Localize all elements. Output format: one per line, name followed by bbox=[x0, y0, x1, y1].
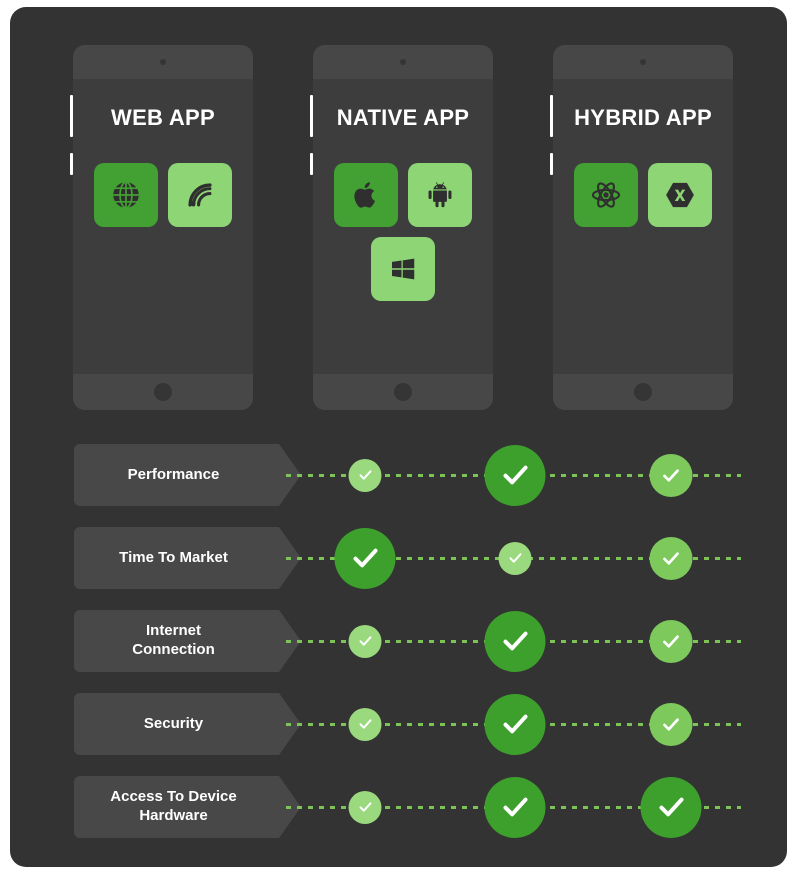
row-label-security: Security bbox=[74, 693, 279, 755]
windows-icon bbox=[388, 254, 418, 284]
platform-icon-tiles-hybrid-app bbox=[553, 163, 733, 227]
row-label-line-2: Hardware bbox=[139, 807, 208, 824]
phone-top-bezel bbox=[553, 45, 733, 79]
tile-apple[interactable] bbox=[334, 163, 398, 227]
check-icon bbox=[655, 791, 687, 823]
check-icon bbox=[499, 708, 531, 740]
phone-title-hybrid-app: HYBRID APP bbox=[574, 105, 712, 130]
tile-react-atom[interactable] bbox=[574, 163, 638, 227]
platform-phones-section: WEB APP NATIVE APP HYBRID APP bbox=[10, 7, 787, 410]
row-label-text: Time To Market bbox=[119, 548, 228, 566]
check-icon bbox=[661, 631, 682, 652]
check-icon bbox=[661, 714, 682, 735]
check-icon bbox=[499, 625, 531, 657]
phone-top-bezel bbox=[313, 45, 493, 79]
row-label-text: Performance bbox=[127, 465, 220, 483]
check-icon bbox=[357, 799, 373, 815]
check-icon bbox=[349, 542, 381, 574]
row-label-time-to-market: Time To Market bbox=[74, 527, 279, 589]
platform-icon-tiles-web-app bbox=[73, 163, 253, 227]
rating-hybrid-app bbox=[649, 619, 693, 663]
android-icon bbox=[424, 179, 456, 211]
home-button-icon bbox=[634, 383, 652, 401]
table-row: Internet Connection bbox=[10, 610, 787, 672]
rating-web-app bbox=[334, 527, 396, 589]
home-button-icon bbox=[394, 383, 412, 401]
phone-card-web-app: WEB APP bbox=[70, 45, 253, 410]
check-icon bbox=[499, 791, 531, 823]
check-icon bbox=[507, 550, 523, 566]
check-icon bbox=[357, 467, 373, 483]
row-label-text: Security bbox=[143, 714, 204, 732]
row-label-line-1: Access To Device bbox=[110, 788, 237, 806]
rating-native-app bbox=[484, 444, 546, 506]
phone-title-web-app: WEB APP bbox=[111, 105, 215, 130]
camera-dot-icon bbox=[160, 59, 166, 65]
xamarin-icon bbox=[663, 178, 697, 212]
rating-web-app bbox=[348, 790, 382, 824]
table-row: Access To Device Hardware bbox=[10, 776, 787, 838]
phone-card-hybrid-app: HYBRID APP bbox=[550, 45, 733, 410]
phone-title-native-app: NATIVE APP bbox=[336, 105, 470, 130]
rating-hybrid-app bbox=[640, 776, 702, 838]
phone-bottom-bezel bbox=[553, 374, 733, 410]
row-label-text: Access To Device Hardware bbox=[110, 788, 236, 826]
phone-card-native-app: NATIVE APP bbox=[310, 45, 493, 410]
rating-hybrid-app bbox=[649, 453, 693, 497]
wifi-signal-icon bbox=[183, 178, 217, 212]
tile-wifi-signal[interactable] bbox=[168, 163, 232, 227]
apple-icon bbox=[350, 179, 382, 211]
phone-bottom-bezel bbox=[73, 374, 253, 410]
rating-native-app bbox=[498, 541, 532, 575]
tile-globe[interactable] bbox=[94, 163, 158, 227]
infographic-canvas: WEB APP NATIVE APP HYBRID APP Performanc… bbox=[10, 7, 787, 867]
rating-web-app bbox=[348, 707, 382, 741]
rating-web-app bbox=[348, 458, 382, 492]
row-label-line-2: Connection bbox=[132, 641, 215, 658]
phone-bottom-bezel bbox=[313, 374, 493, 410]
tile-android[interactable] bbox=[408, 163, 472, 227]
row-label-performance: Performance bbox=[74, 444, 279, 506]
row-label-line-1: Internet bbox=[145, 622, 201, 640]
rating-native-app bbox=[484, 776, 546, 838]
rating-hybrid-app bbox=[649, 702, 693, 746]
check-icon bbox=[661, 548, 682, 569]
table-row: Security bbox=[10, 693, 787, 755]
tile-xamarin[interactable] bbox=[648, 163, 712, 227]
rating-web-app bbox=[348, 624, 382, 658]
tile-windows[interactable] bbox=[371, 237, 435, 301]
check-icon bbox=[661, 465, 682, 486]
comparison-rows-section: Performance Time To Market Internet Conn… bbox=[10, 407, 787, 867]
platform-icon-tiles-native-app bbox=[313, 163, 493, 301]
react-atom-icon bbox=[589, 178, 623, 212]
row-label-access-to-device-hardware: Access To Device Hardware bbox=[74, 776, 279, 838]
check-icon bbox=[357, 716, 373, 732]
row-label-text: Internet Connection bbox=[132, 622, 215, 660]
phone-top-bezel bbox=[73, 45, 253, 79]
rating-native-app bbox=[484, 610, 546, 672]
rating-hybrid-app bbox=[649, 536, 693, 580]
globe-icon bbox=[109, 178, 143, 212]
table-row: Performance bbox=[10, 444, 787, 506]
check-icon bbox=[357, 633, 373, 649]
camera-dot-icon bbox=[400, 59, 406, 65]
table-row: Time To Market bbox=[10, 527, 787, 589]
rating-native-app bbox=[484, 693, 546, 755]
check-icon bbox=[499, 459, 531, 491]
camera-dot-icon bbox=[640, 59, 646, 65]
row-label-internet-connection: Internet Connection bbox=[74, 610, 279, 672]
home-button-icon bbox=[154, 383, 172, 401]
